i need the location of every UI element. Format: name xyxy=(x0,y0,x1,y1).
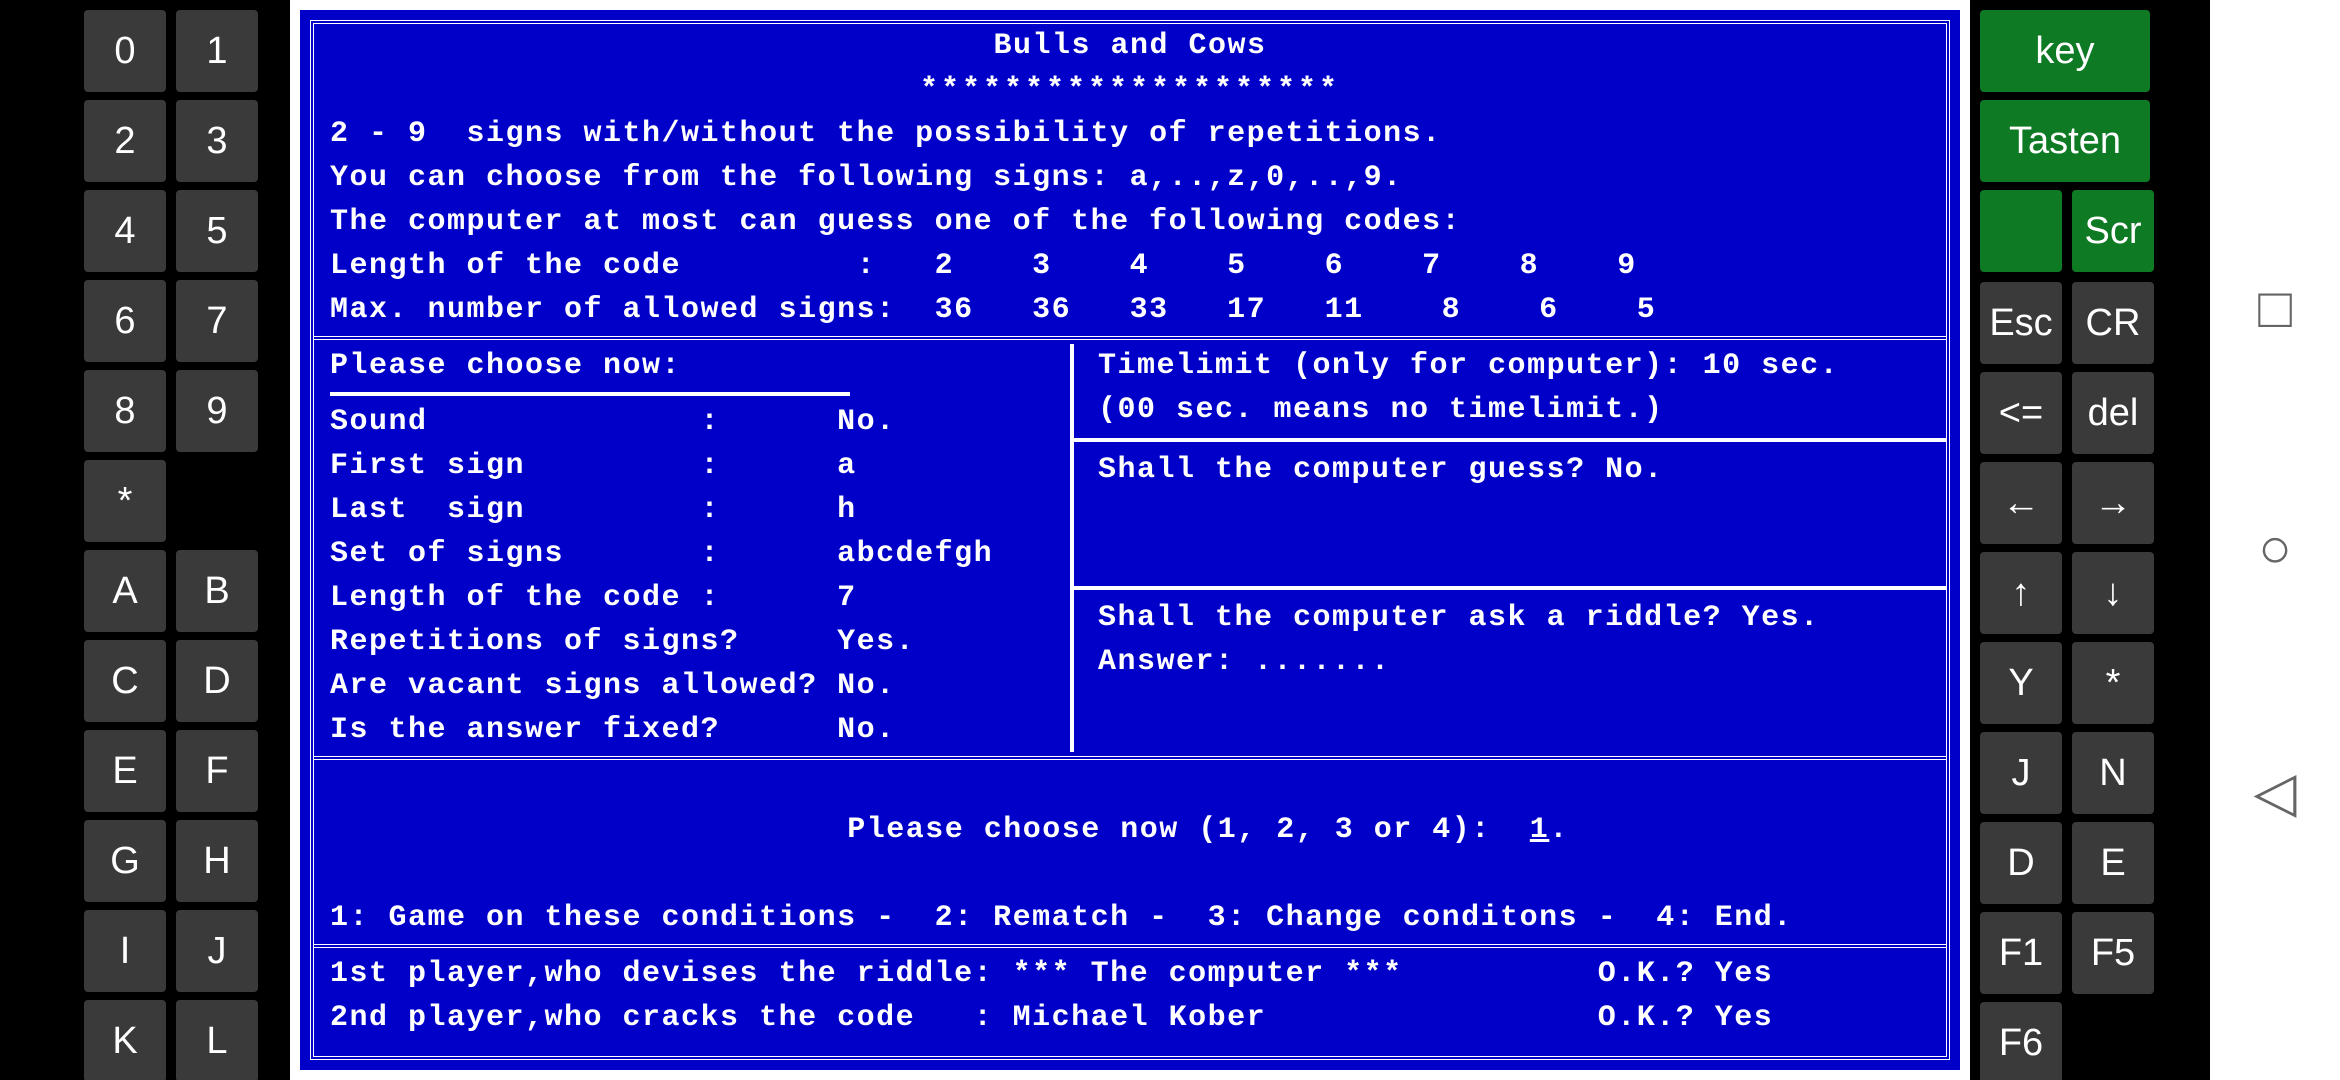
menu-prompt[interactable]: Please choose now (1, 2, 3 or 4): 1. xyxy=(314,764,1946,896)
dos-frame: Bulls and Cows ******************** 2 - … xyxy=(310,20,1950,1060)
title-underline: ******************** xyxy=(314,68,1946,112)
key-e[interactable]: E xyxy=(2072,822,2154,904)
key-[interactable]: ← xyxy=(1980,462,2062,544)
player2-line: 2nd player,who cracks the code : Michael… xyxy=(314,996,1946,1040)
key-7[interactable]: 7 xyxy=(176,280,258,362)
key-2[interactable]: 2 xyxy=(84,100,166,182)
key-j[interactable]: J xyxy=(176,910,258,992)
key-d[interactable]: D xyxy=(1980,822,2062,904)
key-i[interactable]: I xyxy=(84,910,166,992)
home-icon[interactable]: ○ xyxy=(2210,520,2340,584)
setting-line: Sound : No. xyxy=(314,400,1070,444)
computer-riddle-line: Shall the computer ask a riddle? Yes. xyxy=(1074,596,1946,640)
key-del[interactable]: del xyxy=(2072,372,2154,454)
menu-options: 1: Game on these conditions - 2: Rematch… xyxy=(314,896,1946,940)
key-[interactable]: → xyxy=(2072,462,2154,544)
computer-guess-line: Shall the computer guess? No. xyxy=(1074,448,1946,492)
key-3[interactable]: 3 xyxy=(176,100,258,182)
key-a[interactable]: A xyxy=(84,550,166,632)
intro-line: Length of the code : 2 3 4 5 6 7 8 9 xyxy=(314,244,1946,288)
player1-line: 1st player,who devises the riddle: *** T… xyxy=(314,952,1946,996)
key-4[interactable]: 4 xyxy=(84,190,166,272)
key-cr[interactable]: CR xyxy=(2072,282,2154,364)
key-j[interactable]: J xyxy=(1980,732,2062,814)
key-tasten[interactable]: Tasten xyxy=(1980,100,2150,182)
setting-line: Are vacant signs allowed? No. xyxy=(314,664,1070,708)
timelimit-line1: Timelimit (only for computer): 10 sec. xyxy=(1074,344,1946,388)
intro-line: 2 - 9 signs with/without the possibility… xyxy=(314,112,1946,156)
setting-line: First sign : a xyxy=(314,444,1070,488)
key-y[interactable]: Y xyxy=(1980,642,2062,724)
key-9[interactable]: 9 xyxy=(176,370,258,452)
key-[interactable]: ↓ xyxy=(2072,552,2154,634)
key-1[interactable]: 1 xyxy=(176,10,258,92)
settings-right-col: Timelimit (only for computer): 10 sec. (… xyxy=(1074,344,1946,752)
key-l[interactable]: L xyxy=(176,1000,258,1080)
setting-line: Repetitions of signs? Yes. xyxy=(314,620,1070,664)
back-icon[interactable]: ◁ xyxy=(2210,760,2340,828)
intro-line: You can choose from the following signs:… xyxy=(314,156,1946,200)
left-keypad-strip: 0123456789*ABCDEFGHIJKL xyxy=(0,0,290,1080)
key-esc[interactable]: Esc xyxy=(1980,282,2062,364)
recent-apps-icon[interactable]: □ xyxy=(2210,280,2340,344)
key-5[interactable]: 5 xyxy=(176,190,258,272)
setting-line: Last sign : h xyxy=(314,488,1070,532)
key-f[interactable]: F xyxy=(176,730,258,812)
key-f6[interactable]: F6 xyxy=(1980,1002,2062,1080)
key-scr[interactable]: Scr xyxy=(2072,190,2154,272)
dos-screen: Bulls and Cows ******************** 2 - … xyxy=(300,10,1960,1070)
key-n[interactable]: N xyxy=(2072,732,2154,814)
key-blank[interactable] xyxy=(1980,190,2062,272)
key-0[interactable]: 0 xyxy=(84,10,166,92)
key-8[interactable]: 8 xyxy=(84,370,166,452)
key-c[interactable]: C xyxy=(84,640,166,722)
key-b[interactable]: B xyxy=(176,550,258,632)
intro-line: Max. number of allowed signs: 36 36 33 1… xyxy=(314,288,1946,332)
key-g[interactable]: G xyxy=(84,820,166,902)
stage: 0123456789*ABCDEFGHIJKL □ ○ ◁ Bulls and … xyxy=(0,0,2340,1080)
settings-panel: Please choose now: Sound : No.First sign… xyxy=(314,344,1946,752)
key-k[interactable]: K xyxy=(84,1000,166,1080)
menu-input-value: 1 xyxy=(1530,813,1550,847)
key-*[interactable]: * xyxy=(84,460,166,542)
answer-line: Answer: ....... xyxy=(1074,640,1946,684)
intro-line: The computer at most can guess one of th… xyxy=(314,200,1946,244)
key-e[interactable]: E xyxy=(84,730,166,812)
key-6[interactable]: 6 xyxy=(84,280,166,362)
setting-line: Set of signs : abcdefgh xyxy=(314,532,1070,576)
choose-heading: Please choose now: xyxy=(314,344,1070,388)
setting-line: Is the answer fixed? No. xyxy=(314,708,1070,752)
settings-left-col: Please choose now: Sound : No.First sign… xyxy=(314,344,1074,752)
key-[interactable]: * xyxy=(2072,642,2154,724)
setting-line: Length of the code : 7 xyxy=(314,576,1070,620)
game-title: Bulls and Cows xyxy=(314,24,1946,68)
key-[interactable]: <= xyxy=(1980,372,2062,454)
key-f5[interactable]: F5 xyxy=(2072,912,2154,994)
key-f1[interactable]: F1 xyxy=(1980,912,2062,994)
key-[interactable]: ↑ xyxy=(1980,552,2062,634)
android-nav-strip: □ ○ ◁ xyxy=(2210,0,2340,1080)
key-h[interactable]: H xyxy=(176,820,258,902)
key-d[interactable]: D xyxy=(176,640,258,722)
timelimit-line2: (00 sec. means no timelimit.) xyxy=(1074,388,1946,432)
key-key[interactable]: key xyxy=(1980,10,2150,92)
